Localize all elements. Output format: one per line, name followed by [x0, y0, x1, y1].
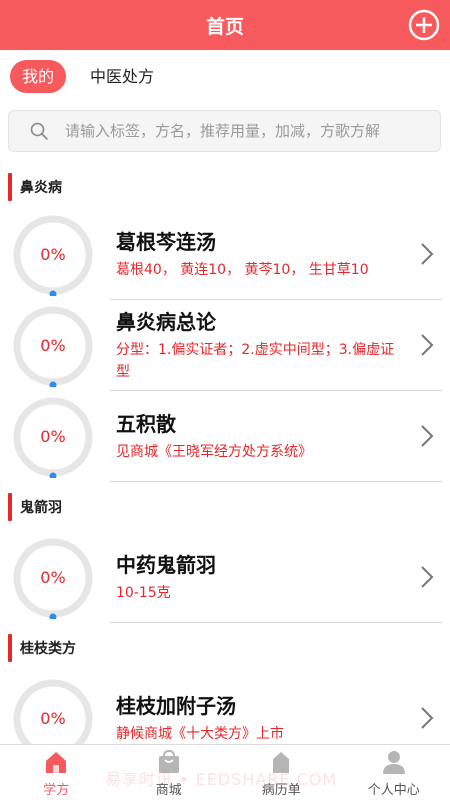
- progress-value: 0%: [40, 245, 66, 264]
- chevron-right-icon: [421, 243, 434, 265]
- list-item[interactable]: 0% 葛根芩连汤 葛根40， 黄连10， 黄芩10， 生甘草10: [0, 209, 450, 300]
- tab-mine[interactable]: 我的: [10, 59, 67, 93]
- search-icon: [30, 122, 48, 140]
- top-header: 首页: [0, 0, 450, 50]
- nav-label: 学方: [43, 783, 70, 798]
- chevron-right-icon: [421, 425, 434, 447]
- tab-prescriptions[interactable]: 中医处方: [78, 60, 166, 93]
- section-header: 鼻炎病: [0, 165, 450, 209]
- section-marker: [8, 493, 12, 521]
- item-subtitle: 静候商城《十大类方》上市: [116, 726, 284, 742]
- nav-learn[interactable]: 学方: [0, 745, 113, 800]
- list-item[interactable]: 0% 中药鬼箭羽 10-15克: [0, 532, 450, 623]
- plus-circle-icon[interactable]: [408, 9, 440, 41]
- progress-value: 0%: [40, 427, 66, 446]
- section-title: 桂枝类方: [20, 641, 76, 657]
- search-bar[interactable]: [8, 110, 441, 152]
- progress-value: 0%: [40, 336, 66, 355]
- item-title: 桂枝加附子汤: [116, 694, 236, 718]
- item-subtitle: 分型：1.偏实证者；2.虚实中间型；3.偏虚证型: [116, 342, 395, 380]
- progress-ring: 0%: [12, 537, 94, 621]
- section-marker: [8, 634, 12, 662]
- progress-ring: 0%: [12, 396, 94, 480]
- app-root: 首页 我的 中医处方 鼻炎病 0% 葛根芩连汤: [0, 0, 450, 800]
- home-icon: [46, 752, 67, 773]
- item-title: 五积散: [116, 412, 176, 436]
- list-item[interactable]: 0% 鼻炎病总论 分型：1.偏实证者；2.虚实中间型；3.偏虚证型: [0, 300, 450, 391]
- page-title: 首页: [205, 15, 244, 38]
- list-item[interactable]: 0% 五积散 见商城《王晓军经方处方系统》: [0, 391, 450, 482]
- progress-value: 0%: [40, 568, 66, 587]
- item-title: 鼻炎病总论: [116, 310, 216, 334]
- item-subtitle: 葛根40， 黄连10， 黄芩10， 生甘草10: [116, 262, 369, 278]
- nav-profile[interactable]: 个人中心: [338, 745, 450, 800]
- item-subtitle: 10-15克: [116, 585, 171, 601]
- progress-ring: 0%: [12, 305, 94, 389]
- section-title: 鼻炎病: [20, 180, 62, 196]
- section-header: 鬼箭羽: [0, 482, 450, 532]
- search-input[interactable]: [65, 122, 425, 140]
- chevron-right-icon: [421, 566, 434, 588]
- section-marker: [8, 173, 12, 201]
- item-subtitle: 见商城《王晓军经方处方系统》: [116, 444, 312, 460]
- item-title: 葛根芩连汤: [116, 230, 216, 254]
- section-title: 鬼箭羽: [20, 500, 62, 516]
- tab-bar: 我的 中医处方: [0, 50, 450, 102]
- user-icon: [382, 751, 405, 774]
- progress-ring: 0%: [12, 214, 94, 298]
- chevron-right-icon: [421, 334, 434, 356]
- chevron-right-icon: [421, 707, 434, 729]
- prescription-list: 鼻炎病 0% 葛根芩连汤 葛根40， 黄连10， 黄芩10， 生甘草10 0% …: [0, 165, 450, 764]
- watermark: 易享时讯 • EEDSHARE.COM: [105, 770, 338, 789]
- section-header: 桂枝类方: [0, 623, 450, 673]
- nav-label: 个人中心: [367, 783, 420, 798]
- item-title: 中药鬼箭羽: [116, 553, 216, 577]
